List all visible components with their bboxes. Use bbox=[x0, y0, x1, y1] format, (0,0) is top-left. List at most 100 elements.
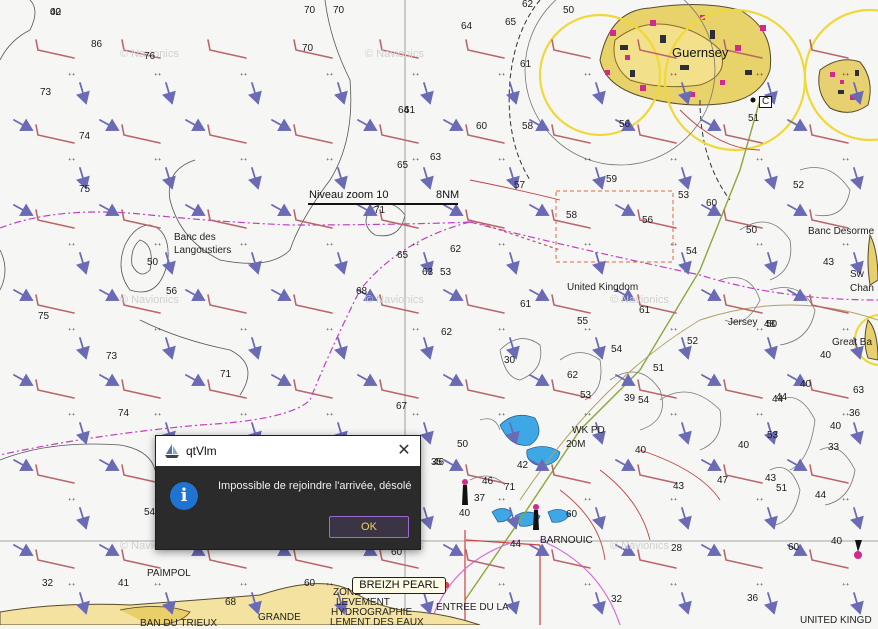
seabed-mark: ⁺⁺ bbox=[498, 157, 506, 165]
depth-sounding: 36 bbox=[747, 593, 759, 604]
ok-button[interactable]: OK bbox=[329, 516, 409, 538]
scale-label: 8NM bbox=[436, 189, 460, 201]
depth-sounding: 58 bbox=[566, 210, 578, 221]
depth-sounding: 53 bbox=[767, 430, 779, 441]
depth-sounding: 73 bbox=[106, 351, 118, 362]
depth-sounding: 51 bbox=[776, 483, 788, 494]
dialog-message: Impossible de rejoindre l'arrivée, désol… bbox=[218, 480, 412, 492]
dialog-title: qtVlm bbox=[186, 444, 217, 458]
seabed-mark: ⁺⁺ bbox=[154, 582, 162, 590]
boat-label[interactable]: BREIZH PEARL bbox=[352, 577, 446, 594]
close-button[interactable]: ✕ bbox=[394, 441, 414, 461]
depth-sounding: 56 bbox=[166, 286, 178, 297]
depth-sounding: 62 bbox=[450, 244, 462, 255]
depth-sounding: 40 bbox=[800, 379, 812, 390]
seabed-mark: ⁺⁺ bbox=[412, 412, 420, 420]
seabed-mark: ⁺⁺ bbox=[670, 157, 678, 165]
seabed-mark: ⁺⁺ bbox=[68, 242, 76, 250]
depth-sounding: 74 bbox=[118, 408, 130, 419]
depth-sounding: 53 bbox=[580, 390, 592, 401]
seabed-mark: ⁺⁺ bbox=[756, 157, 764, 165]
seabed-mark: ⁺⁺ bbox=[756, 412, 764, 420]
depth-sounding: 60 bbox=[304, 578, 316, 589]
seabed-mark: ⁺⁺ bbox=[498, 242, 506, 250]
depth-sounding: 60 bbox=[706, 198, 718, 209]
depth-sounding: 74 bbox=[79, 131, 91, 142]
depth-sounding: 58 bbox=[522, 121, 534, 132]
depth-sounding: 51 bbox=[748, 113, 760, 124]
seabed-mark: ⁺⁺ bbox=[498, 412, 506, 420]
seabed-mark: ⁺⁺ bbox=[756, 72, 764, 80]
lighthouse-icon bbox=[462, 479, 468, 505]
depth-sounding: 50 bbox=[457, 439, 469, 450]
seabed-mark: ⁺⁺ bbox=[412, 327, 420, 335]
seabed-mark: ⁺⁺ bbox=[584, 412, 592, 420]
depth-sounding: 44 bbox=[815, 490, 827, 501]
depth-sounding: 76 bbox=[144, 51, 156, 62]
seabed-mark: ⁺⁺ bbox=[412, 72, 420, 80]
depth-sounding: 46 bbox=[482, 476, 494, 487]
depth-sounding: 43 bbox=[765, 473, 777, 484]
seabed-mark: ⁺⁺ bbox=[584, 157, 592, 165]
seabed-mark: ⁺⁺ bbox=[670, 497, 678, 505]
depth-sounding: 63 bbox=[422, 267, 434, 278]
depth-sounding: 59 bbox=[606, 174, 618, 185]
depth-sounding: 55 bbox=[577, 316, 589, 327]
depth-sounding: 60 bbox=[788, 542, 800, 553]
place-label: PAIMPOL bbox=[147, 568, 191, 579]
depth-sounding: 62 bbox=[522, 0, 534, 10]
depth-sounding: 40 bbox=[459, 508, 471, 519]
depth-sounding: 50 bbox=[147, 257, 159, 268]
depth-sounding: 32 bbox=[611, 594, 623, 605]
depth-sounding: 71 bbox=[220, 369, 232, 380]
depth-sounding: 53 bbox=[440, 267, 452, 278]
place-label: ENTREE DU LA bbox=[436, 602, 509, 613]
depth-sounding: 73 bbox=[40, 87, 52, 98]
depth-sounding: 64 bbox=[461, 21, 473, 32]
place-label: 20M bbox=[566, 439, 586, 450]
place-label: BAN DU TRIEUX bbox=[140, 618, 218, 629]
seabed-mark: ⁺⁺ bbox=[154, 72, 162, 80]
seabed-mark: ⁺⁺ bbox=[68, 327, 76, 335]
depth-sounding: 54 bbox=[638, 395, 650, 406]
depth-sounding: 51 bbox=[653, 363, 665, 374]
depth-sounding: 61 bbox=[639, 305, 651, 316]
depth-sounding: 50 bbox=[563, 5, 575, 16]
zoom-level-label: Niveau zoom 10 bbox=[309, 189, 389, 201]
depth-sounding: 57 bbox=[514, 180, 526, 191]
depth-sounding: 42 bbox=[517, 460, 529, 471]
depth-sounding: 61 bbox=[520, 59, 532, 70]
place-label: Jersey bbox=[728, 317, 758, 328]
depth-sounding: 39 bbox=[624, 393, 636, 404]
seabed-mark: ⁺⁺ bbox=[68, 412, 76, 420]
seabed-mark: ⁺⁺ bbox=[326, 72, 334, 80]
depth-sounding: 68 bbox=[225, 597, 237, 608]
seabed-mark: ⁺⁺ bbox=[326, 157, 334, 165]
depth-sounding: 30 bbox=[504, 355, 516, 366]
seabed-mark: ⁺⁺ bbox=[240, 412, 248, 420]
message-dialog: qtVlm ✕ i Impossible de rejoindre l'arri… bbox=[155, 435, 421, 550]
seabed-mark: ⁺⁺ bbox=[154, 327, 162, 335]
place-label: C bbox=[759, 96, 773, 108]
depth-sounding: 44 bbox=[510, 539, 522, 550]
depth-sounding: 65 bbox=[397, 250, 409, 261]
depth-sounding: 50 bbox=[746, 225, 758, 236]
seabed-mark: ⁺⁺ bbox=[584, 582, 592, 590]
depth-sounding: 54 bbox=[144, 507, 156, 518]
seabed-mark: ⁺⁺ bbox=[240, 327, 248, 335]
depth-sounding: 75 bbox=[38, 311, 50, 322]
dialog-titlebar[interactable]: qtVlm ✕ bbox=[156, 436, 420, 466]
seabed-mark: ⁺⁺ bbox=[842, 582, 850, 590]
depth-sounding: 52 bbox=[687, 336, 699, 347]
seabed-mark: ⁺⁺ bbox=[670, 327, 678, 335]
place-label: GRANDE bbox=[258, 612, 301, 623]
depth-sounding: 71 bbox=[374, 205, 386, 216]
depth-sounding: 63 bbox=[853, 385, 865, 396]
seabed-mark: ⁺⁺ bbox=[670, 412, 678, 420]
depth-sounding: 54 bbox=[686, 246, 698, 257]
seabed-mark: ⁺⁺ bbox=[240, 582, 248, 590]
seabed-mark: ⁺⁺ bbox=[670, 582, 678, 590]
seabed-mark: ⁺⁺ bbox=[326, 242, 334, 250]
depth-sounding: 32 bbox=[42, 578, 54, 589]
nautical-chart[interactable]: ⁺⁺ ⁺⁺ ⁺⁺ ⁺⁺ ⁺⁺ ⁺⁺ ⁺⁺ ⁺⁺ ⁺⁺ ⁺⁺ ⁺⁺ ⁺⁺ ⁺⁺ ⁺⁺ ⁺⁺ ⁺⁺ ⁺⁺ ⁺⁺ ⁺⁺ ⁺⁺… bbox=[0, 0, 878, 625]
